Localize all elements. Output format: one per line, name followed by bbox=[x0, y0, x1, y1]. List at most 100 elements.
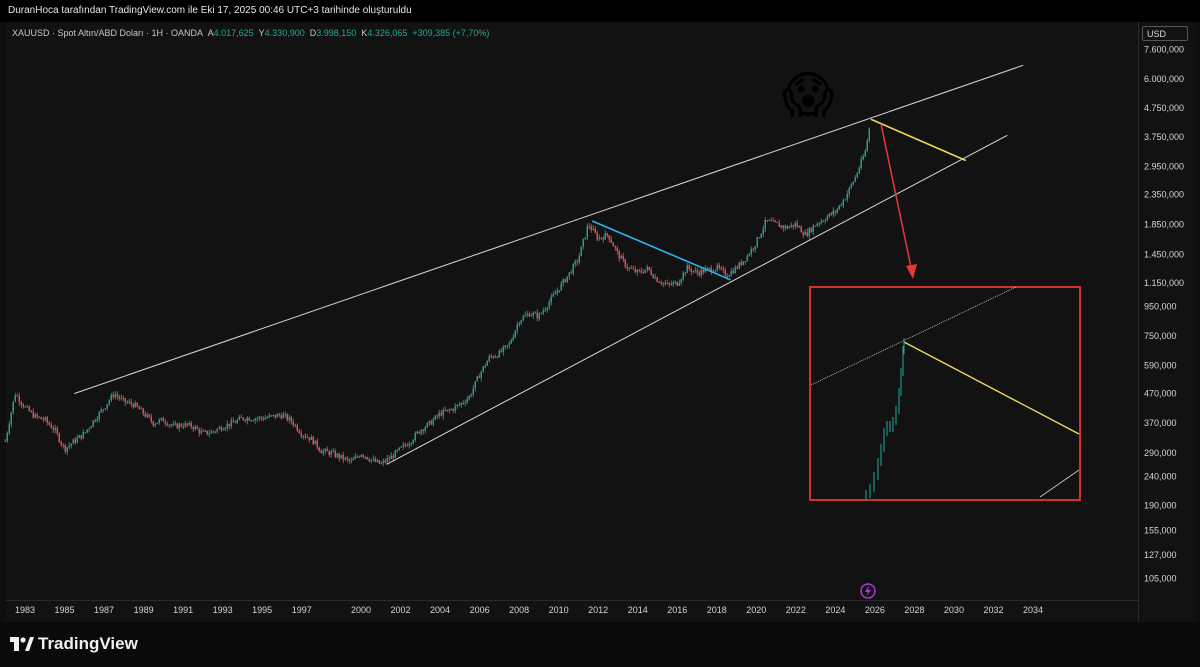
candle-body bbox=[792, 224, 794, 227]
candle-body bbox=[212, 431, 214, 433]
candle-body bbox=[406, 445, 408, 447]
candle-body bbox=[840, 205, 842, 207]
candle-body bbox=[234, 422, 236, 424]
candle-body bbox=[784, 226, 786, 229]
candle-body bbox=[210, 431, 212, 434]
time-tick-label: 2000 bbox=[351, 605, 371, 615]
candle-body bbox=[66, 447, 68, 452]
close-value: 4.326,065 bbox=[367, 28, 408, 38]
candle-body bbox=[262, 418, 264, 420]
candle-body bbox=[622, 255, 624, 260]
candle-body bbox=[602, 238, 604, 240]
candle-body bbox=[498, 350, 500, 358]
candle-body bbox=[634, 268, 636, 273]
tradingview-logo-icon bbox=[10, 637, 34, 651]
candle-body bbox=[858, 167, 860, 174]
candle-body bbox=[208, 433, 210, 435]
candle-body bbox=[706, 267, 708, 269]
candle-body bbox=[478, 376, 480, 378]
candle-body bbox=[654, 277, 656, 279]
candle-body bbox=[90, 426, 92, 429]
candle-body bbox=[500, 350, 502, 352]
candle-body bbox=[146, 414, 148, 417]
price-tick-label: 4.750,000 bbox=[1144, 103, 1184, 113]
candle-body bbox=[450, 409, 452, 411]
candle-body bbox=[850, 184, 852, 188]
candle-body bbox=[64, 445, 66, 452]
candle-body bbox=[454, 405, 456, 411]
candle-body bbox=[546, 307, 548, 310]
candle-body bbox=[78, 435, 80, 438]
time-tick-label: 2002 bbox=[391, 605, 411, 615]
candle-body bbox=[720, 268, 722, 270]
candle-body bbox=[100, 409, 102, 412]
candle-body bbox=[476, 376, 478, 382]
candle-body bbox=[544, 309, 546, 311]
candle-body bbox=[636, 269, 638, 273]
candle-body bbox=[120, 397, 122, 399]
candle-body bbox=[822, 220, 824, 222]
candle-body bbox=[276, 414, 278, 418]
open-value: 4.017,625 bbox=[213, 28, 254, 38]
candle-body bbox=[762, 228, 764, 234]
time-tick-label: 1987 bbox=[94, 605, 114, 615]
candle-body bbox=[202, 430, 204, 432]
candle-body bbox=[828, 213, 830, 217]
candle-body bbox=[806, 232, 808, 237]
candle-body bbox=[726, 275, 728, 277]
candle-body bbox=[824, 220, 826, 222]
candle-body bbox=[186, 423, 188, 425]
candle-body bbox=[550, 296, 552, 303]
candle-body bbox=[692, 270, 694, 272]
candle-body bbox=[718, 265, 720, 269]
time-tick-label: 2022 bbox=[786, 605, 806, 615]
candle-body bbox=[294, 425, 296, 427]
symbol-label: XAUUSD · Spot Altın/ABD Doları · 1H · OA… bbox=[12, 28, 203, 38]
candle-body bbox=[614, 246, 616, 248]
candle-body bbox=[574, 261, 576, 265]
candle-body bbox=[200, 430, 202, 434]
candle-body bbox=[206, 430, 208, 435]
symbol-legend[interactable]: XAUUSD · Spot Altın/ABD Doları · 1H · OA… bbox=[12, 28, 489, 38]
candle-body bbox=[700, 269, 702, 276]
candle-body bbox=[422, 429, 424, 432]
candle-body bbox=[154, 424, 156, 426]
candle-body bbox=[638, 269, 640, 271]
candle-body bbox=[794, 223, 796, 227]
candle-body bbox=[776, 221, 778, 223]
time-tick-label: 1985 bbox=[55, 605, 75, 615]
candle-body bbox=[788, 226, 790, 229]
candle-body bbox=[38, 416, 40, 418]
candle-body bbox=[576, 261, 578, 263]
candle-body bbox=[618, 251, 620, 259]
candle-body bbox=[278, 414, 280, 416]
candle-body bbox=[330, 451, 332, 456]
candle-body bbox=[588, 226, 590, 228]
candle-body bbox=[688, 265, 690, 270]
candle-body bbox=[520, 320, 522, 324]
currency-selector[interactable]: USD bbox=[1142, 26, 1188, 41]
candle-body bbox=[370, 459, 372, 462]
time-tick-label: 1983 bbox=[15, 605, 35, 615]
candle-body bbox=[166, 423, 168, 426]
candle-body bbox=[338, 453, 340, 459]
candle-body bbox=[466, 398, 468, 403]
candle-body bbox=[400, 446, 402, 448]
candle-body bbox=[596, 232, 598, 240]
price-tick-label: 240,000 bbox=[1144, 472, 1177, 482]
candle-body bbox=[8, 424, 10, 433]
candle-body bbox=[428, 420, 430, 423]
candle-body bbox=[708, 267, 710, 269]
candle-body bbox=[396, 450, 398, 452]
price-tick-label: 2.350,000 bbox=[1144, 190, 1184, 200]
candle-body bbox=[58, 433, 60, 442]
candle-body bbox=[524, 315, 526, 317]
candle-body bbox=[598, 237, 600, 240]
candle-body bbox=[572, 264, 574, 274]
candle-body bbox=[540, 313, 542, 315]
price-tick-label: 950,000 bbox=[1144, 302, 1177, 312]
candle-body bbox=[390, 455, 392, 460]
candle-body bbox=[808, 228, 810, 237]
candle-body bbox=[62, 444, 64, 446]
candle-body bbox=[326, 449, 328, 452]
